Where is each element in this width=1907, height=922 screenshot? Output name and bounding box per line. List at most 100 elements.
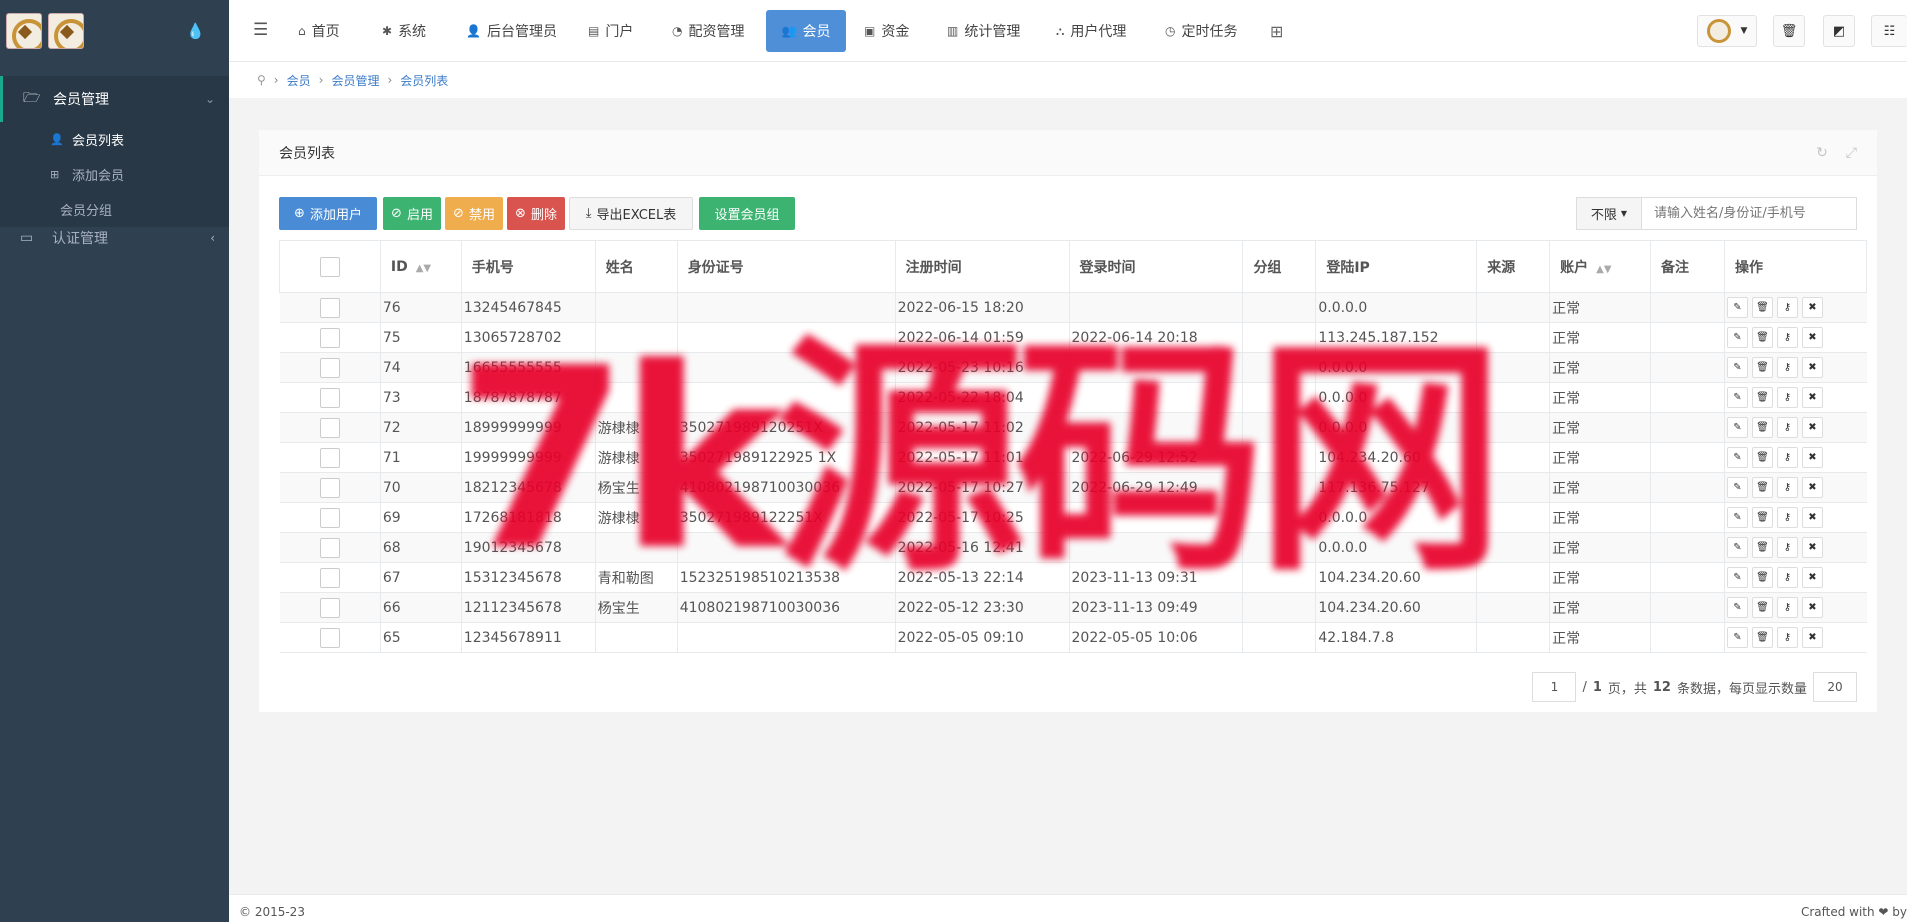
row-checkbox[interactable] <box>319 387 340 408</box>
row-select-cell[interactable] <box>279 382 381 413</box>
key-icon[interactable]: ⚷ <box>1776 417 1798 438</box>
set-group-button[interactable]: 设置会员组 <box>699 197 795 230</box>
select-all-header[interactable] <box>279 240 381 293</box>
row-checkbox[interactable] <box>319 627 340 648</box>
topnav-agents[interactable]: ⛬ 用户代理 <box>1045 10 1137 52</box>
row-select-cell[interactable] <box>279 502 381 533</box>
edit-icon[interactable]: ✎ <box>1726 477 1748 498</box>
trash-icon[interactable]: 🗑 <box>1751 627 1773 648</box>
row-select-cell[interactable] <box>279 622 381 653</box>
key-icon[interactable]: ⚷ <box>1776 477 1798 498</box>
key-icon[interactable]: ⚷ <box>1776 447 1798 468</box>
trash-icon[interactable]: 🗑 <box>1751 357 1773 378</box>
clear-cache-button[interactable]: 🗑 <box>1773 15 1805 47</box>
trash-icon[interactable]: 🗑 <box>1751 447 1773 468</box>
topnav-system[interactable]: ✱ 系统 <box>371 10 437 52</box>
maximize-icon[interactable]: ⤢ <box>1846 145 1857 161</box>
topnav-finance-config[interactable]: ◔ 配资管理 <box>661 10 755 52</box>
row-checkbox[interactable] <box>319 357 340 378</box>
close-icon[interactable]: ✖ <box>1801 477 1823 498</box>
edit-icon[interactable]: ✎ <box>1726 537 1748 558</box>
key-icon[interactable]: ⚷ <box>1776 507 1798 528</box>
sidebar-item-member-list[interactable]: 👤 会员列表 <box>0 122 229 157</box>
row-select-cell[interactable] <box>279 322 381 353</box>
add-user-button[interactable]: ⊕ 添加用户 <box>279 197 377 230</box>
close-icon[interactable]: ✖ <box>1801 627 1823 648</box>
sidebar-item-add-member[interactable]: ⊞ 添加会员 <box>0 157 229 192</box>
row-checkbox[interactable] <box>319 417 340 438</box>
edit-icon[interactable]: ✎ <box>1726 297 1748 318</box>
row-select-cell[interactable] <box>279 352 381 383</box>
topnav-funds[interactable]: ▣ 资金 <box>853 10 920 52</box>
close-icon[interactable]: ✖ <box>1801 567 1823 588</box>
sidebar-group-member-management[interactable]: 🗁 会员管理 ⌄ <box>0 76 229 122</box>
key-icon[interactable]: ⚷ <box>1776 297 1798 318</box>
menu-toggle-icon[interactable]: ☰ <box>253 20 268 40</box>
sort-icon[interactable]: ▲▼ <box>416 263 431 274</box>
key-icon[interactable]: ⚷ <box>1776 327 1798 348</box>
breadcrumb-current[interactable]: 会员列表 <box>400 72 448 89</box>
row-select-cell[interactable] <box>279 532 381 563</box>
trash-icon[interactable]: 🗑 <box>1751 387 1773 408</box>
row-select-cell[interactable] <box>279 442 381 473</box>
row-checkbox[interactable] <box>319 507 340 528</box>
refresh-icon[interactable]: ↻ <box>1816 145 1828 161</box>
close-icon[interactable]: ✖ <box>1801 417 1823 438</box>
topnav-home[interactable]: ⌂ 首页 <box>287 10 351 52</box>
close-icon[interactable]: ✖ <box>1801 327 1823 348</box>
close-icon[interactable]: ✖ <box>1801 507 1823 528</box>
settings-panel-button[interactable]: ☷ <box>1871 15 1907 47</box>
topnav-cron[interactable]: ◷ 定时任务 <box>1154 10 1248 52</box>
close-icon[interactable]: ✖ <box>1801 597 1823 618</box>
close-icon[interactable]: ✖ <box>1801 447 1823 468</box>
close-icon[interactable]: ✖ <box>1801 537 1823 558</box>
row-select-cell[interactable] <box>279 412 381 443</box>
row-checkbox[interactable] <box>319 447 340 468</box>
trash-icon[interactable]: 🗑 <box>1751 567 1773 588</box>
trash-icon[interactable]: 🗑 <box>1751 537 1773 558</box>
topnav-members[interactable]: 👥 会员 <box>766 10 846 52</box>
grid-apps-icon[interactable]: ⊞ <box>1259 10 1294 52</box>
trash-icon[interactable]: 🗑 <box>1751 477 1773 498</box>
search-input[interactable] <box>1642 197 1857 230</box>
trash-icon[interactable]: 🗑 <box>1751 297 1773 318</box>
delete-button[interactable]: ⊗ 删除 <box>507 197 565 230</box>
edit-icon[interactable]: ✎ <box>1726 417 1748 438</box>
breadcrumb-link[interactable]: 会员 <box>287 72 311 89</box>
row-checkbox[interactable] <box>319 567 340 588</box>
key-icon[interactable]: ⚷ <box>1776 357 1798 378</box>
close-icon[interactable]: ✖ <box>1801 297 1823 318</box>
edit-icon[interactable]: ✎ <box>1726 447 1748 468</box>
filter-select[interactable]: 不限 ▼ <box>1576 197 1642 230</box>
page-input[interactable]: 1 <box>1532 672 1577 702</box>
sidebar-group-auth-management[interactable]: ▭ 认证管理 ‹ <box>0 218 229 258</box>
topnav-portal[interactable]: ▤ 门户 <box>577 10 644 52</box>
key-icon[interactable]: ⚷ <box>1776 597 1798 618</box>
topnav-admins[interactable]: 👤 后台管理员 <box>455 10 568 52</box>
col-id[interactable]: ID ▲▼ <box>379 240 462 293</box>
row-select-cell[interactable] <box>279 292 381 323</box>
trash-icon[interactable]: 🗑 <box>1751 507 1773 528</box>
row-checkbox[interactable] <box>319 477 340 498</box>
row-select-cell[interactable] <box>279 592 381 623</box>
close-icon[interactable]: ✖ <box>1801 387 1823 408</box>
breadcrumb-link[interactable]: 会员管理 <box>331 72 379 89</box>
close-icon[interactable]: ✖ <box>1801 357 1823 378</box>
theme-drop-icon[interactable]: 💧 <box>186 22 205 40</box>
edit-icon[interactable]: ✎ <box>1726 387 1748 408</box>
row-checkbox[interactable] <box>319 597 340 618</box>
key-icon[interactable]: ⚷ <box>1776 537 1798 558</box>
edit-icon[interactable]: ✎ <box>1726 567 1748 588</box>
row-select-cell[interactable] <box>279 562 381 593</box>
select-all-checkbox[interactable] <box>319 256 340 277</box>
edit-icon[interactable]: ✎ <box>1726 627 1748 648</box>
trash-icon[interactable]: 🗑 <box>1751 597 1773 618</box>
row-checkbox[interactable] <box>319 537 340 558</box>
enable-button[interactable]: ⊘ 启用 <box>383 197 441 230</box>
key-icon[interactable]: ⚷ <box>1776 387 1798 408</box>
export-excel-button[interactable]: ⤓ 导出EXCEL表 <box>569 197 693 230</box>
trash-icon[interactable]: 🗑 <box>1751 327 1773 348</box>
row-select-cell[interactable] <box>279 472 381 503</box>
user-avatar-dropdown[interactable]: ▼ <box>1697 15 1757 47</box>
trash-icon[interactable]: 🗑 <box>1751 417 1773 438</box>
